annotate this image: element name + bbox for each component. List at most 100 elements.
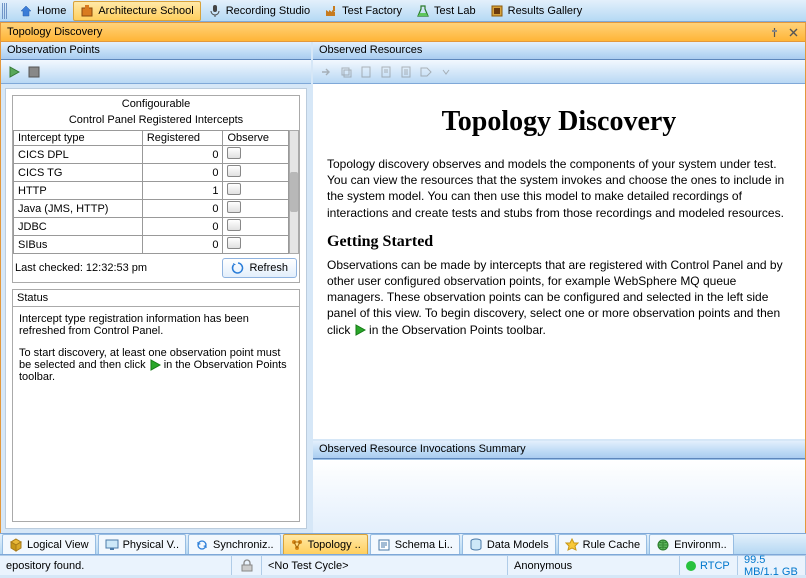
observe-checkbox[interactable]: [227, 165, 241, 177]
window-title: Topology Discovery: [7, 26, 102, 38]
status-rtcp[interactable]: RTCP: [680, 556, 738, 575]
table-row[interactable]: CICS TG0: [14, 164, 289, 182]
cell-observe[interactable]: [223, 236, 289, 254]
architecture-icon: [80, 4, 94, 18]
left-content: Configourable Control Panel Registered I…: [5, 88, 307, 529]
gallery-icon: [490, 4, 504, 18]
sync-icon: [195, 538, 209, 552]
cell-observe[interactable]: [223, 200, 289, 218]
tab-logical-view[interactable]: Logical View: [2, 534, 96, 554]
cell-type: CICS DPL: [14, 146, 143, 164]
tab-label: Logical View: [27, 539, 89, 551]
invocations-body: [313, 459, 805, 533]
observe-checkbox[interactable]: [227, 201, 241, 213]
col-registered[interactable]: Registered: [142, 131, 223, 146]
table-row[interactable]: Java (JMS, HTTP)0: [14, 200, 289, 218]
cell-registered: 1: [142, 182, 223, 200]
status-text-1: Intercept type registration information …: [19, 313, 293, 337]
drag-handle[interactable]: [2, 3, 8, 19]
table-row[interactable]: CICS DPL0: [14, 146, 289, 164]
left-pane: Observation Points Configourable Control…: [1, 42, 313, 533]
nav-tab-label: Recording Studio: [226, 5, 310, 17]
tab-data-models[interactable]: Data Models: [462, 534, 556, 554]
pin-icon[interactable]: [769, 27, 780, 38]
observed-resources-header: Observed Resources: [313, 42, 805, 60]
globe-icon: [656, 538, 670, 552]
status-dot-icon: [686, 561, 696, 571]
tab-rule-cache[interactable]: Rule Cache: [558, 534, 647, 554]
cell-type: HTTP: [14, 182, 143, 200]
close-icon[interactable]: [788, 27, 799, 38]
cell-registered: 0: [142, 236, 223, 254]
config-subtitle: Control Panel Registered Intercepts: [13, 112, 299, 130]
cell-observe[interactable]: [223, 164, 289, 182]
tab-label: Schema Li..: [395, 539, 453, 551]
doc3-icon[interactable]: [399, 65, 413, 79]
refresh-icon: [231, 261, 245, 275]
tab-topology[interactable]: Topology ..: [283, 534, 368, 554]
observe-checkbox[interactable]: [227, 219, 241, 231]
refresh-button[interactable]: Refresh: [222, 258, 297, 278]
status-cycle[interactable]: <No Test Cycle>: [262, 556, 508, 575]
tab-environments[interactable]: Environm..: [649, 534, 734, 554]
topology-icon: [290, 538, 304, 552]
cell-observe[interactable]: [223, 218, 289, 236]
nav-tab-architecture[interactable]: Architecture School: [73, 1, 200, 21]
status-memory[interactable]: 99.5 MB/1.1 GB: [738, 556, 806, 575]
microphone-icon: [208, 4, 222, 18]
nav-tab-factory[interactable]: Test Factory: [317, 1, 409, 21]
star-icon: [565, 538, 579, 552]
dropdown-chevron-icon[interactable]: [439, 65, 453, 79]
cell-type: SIBus: [14, 236, 143, 254]
status-repo: epository found.: [0, 556, 232, 575]
status-cycle-icon[interactable]: [232, 556, 262, 575]
table-scrollbar[interactable]: [289, 130, 299, 254]
tab-physical-view[interactable]: Physical V..: [98, 534, 186, 554]
cell-registered: 0: [142, 200, 223, 218]
nav-tab-recording[interactable]: Recording Studio: [201, 1, 317, 21]
col-intercept-type[interactable]: Intercept type: [14, 131, 143, 146]
nav-tab-results[interactable]: Results Gallery: [483, 1, 590, 21]
table-row[interactable]: HTTP1: [14, 182, 289, 200]
observation-points-header: Observation Points: [1, 42, 311, 60]
nav-tab-label: Test Factory: [342, 5, 402, 17]
cell-observe[interactable]: [223, 146, 289, 164]
copy-icon[interactable]: [339, 65, 353, 79]
nav-tab-label: Home: [37, 5, 66, 17]
window-title-bar: Topology Discovery: [0, 22, 806, 42]
table-row[interactable]: SIBus0: [14, 236, 289, 254]
tab-label: Environm..: [674, 539, 727, 551]
table-row[interactable]: JDBC0: [14, 218, 289, 236]
play-icon-inline: [149, 359, 161, 371]
cell-registered: 0: [142, 164, 223, 182]
scrollbar-thumb[interactable]: [290, 172, 298, 212]
tab-schema-library[interactable]: Schema Li..: [370, 534, 460, 554]
doc2-icon[interactable]: [379, 65, 393, 79]
tab-label: Data Models: [487, 539, 549, 551]
stop-icon[interactable]: [27, 65, 41, 79]
nav-tab-home[interactable]: Home: [12, 1, 73, 21]
nav-tab-label: Architecture School: [98, 5, 193, 17]
doc-icon[interactable]: [359, 65, 373, 79]
observe-checkbox[interactable]: [227, 237, 241, 249]
col-observe[interactable]: Observe: [223, 131, 289, 146]
nav-tab-lab[interactable]: Test Lab: [409, 1, 483, 21]
tag-icon[interactable]: [419, 65, 433, 79]
factory-icon: [324, 4, 338, 18]
tab-label: Topology ..: [308, 539, 361, 551]
play-icon[interactable]: [7, 65, 21, 79]
doc-area: Topology Discovery Topology discovery ob…: [313, 84, 805, 441]
cell-observe[interactable]: [223, 182, 289, 200]
schema-icon: [377, 538, 391, 552]
observe-checkbox[interactable]: [227, 183, 241, 195]
status-box: Status Intercept type registration infor…: [12, 289, 300, 522]
refresh-label: Refresh: [249, 262, 288, 274]
observe-checkbox[interactable]: [227, 147, 241, 159]
tab-label: Rule Cache: [583, 539, 640, 551]
observed-resources-toolbar: [313, 60, 805, 84]
status-user: Anonymous: [508, 556, 680, 575]
tab-synchronization[interactable]: Synchroniz..: [188, 534, 281, 554]
arrow-icon[interactable]: [319, 65, 333, 79]
status-text-2: To start discovery, at least one observa…: [19, 347, 293, 383]
cell-registered: 0: [142, 146, 223, 164]
